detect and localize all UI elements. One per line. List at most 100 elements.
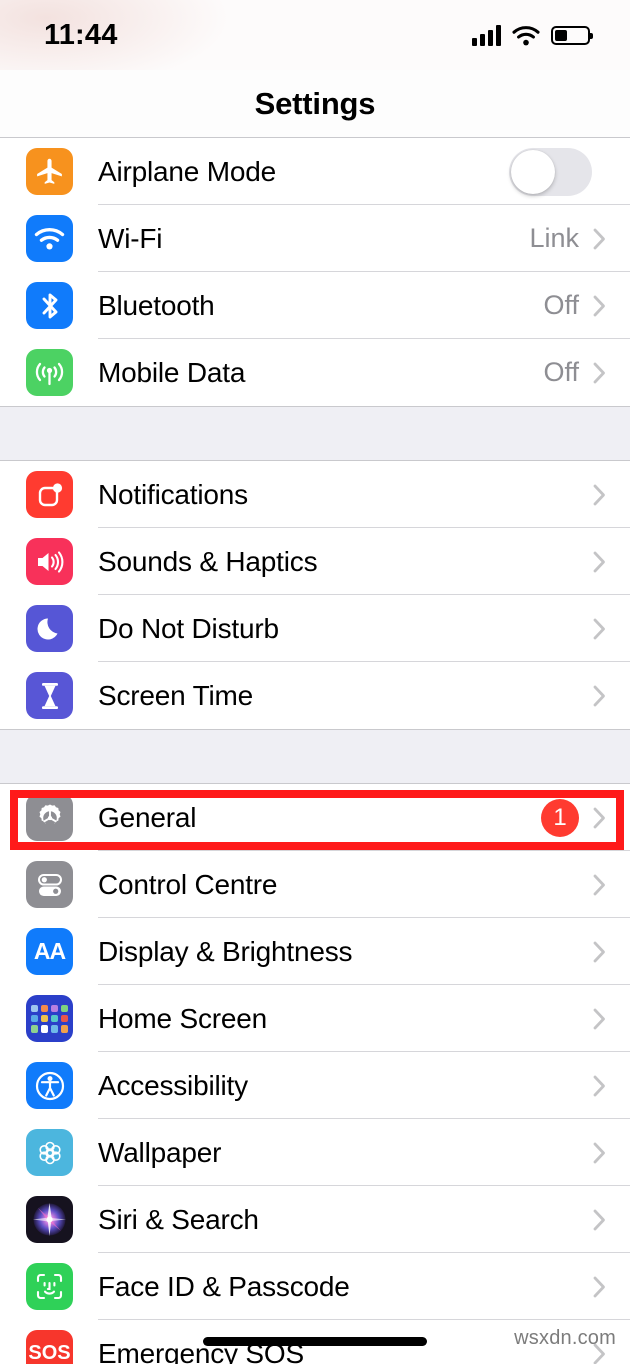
siri-icon <box>26 1196 73 1243</box>
settings-row-accessory <box>509 147 606 196</box>
settings-row-bluetooth[interactable]: Bluetooth Off <box>0 272 630 339</box>
status-bar-time: 11:44 <box>44 18 118 51</box>
chevron-right-icon <box>593 1008 606 1030</box>
settings-row-label: Airplane Mode <box>98 155 276 187</box>
settings-row-label: Face ID & Passcode <box>98 1270 350 1302</box>
group-separator <box>0 729 630 784</box>
settings-row-value: Off <box>543 357 579 387</box>
settings-row-accessory: Off <box>543 357 606 388</box>
settings-row-label: Control Centre <box>98 868 278 900</box>
settings-row-accessory <box>593 618 606 640</box>
settings-row-value: Link <box>529 223 579 253</box>
home-screen-icon <box>26 995 73 1042</box>
settings-row-accessory <box>593 1142 606 1164</box>
settings-row-wallpaper[interactable]: Wallpaper <box>0 1119 630 1186</box>
settings-row-label: Bluetooth <box>98 289 215 321</box>
settings-row-accessory <box>593 874 606 896</box>
wallpaper-icon <box>26 1129 73 1176</box>
bluetooth-icon <box>26 282 73 329</box>
chevron-right-icon <box>593 1276 606 1298</box>
chevron-right-icon <box>593 941 606 963</box>
sos-icon-text: SOS <box>28 1342 71 1364</box>
settings-row-accessory: Link <box>529 223 606 254</box>
settings-row-do-not-disturb[interactable]: Do Not Disturb <box>0 595 630 662</box>
moon-icon <box>26 605 73 652</box>
settings-row-accessory <box>593 484 606 506</box>
settings-row-label: Siri & Search <box>98 1203 259 1235</box>
settings-row-face-id-passcode[interactable]: Face ID & Passcode <box>0 1253 630 1320</box>
settings-row-label: Notifications <box>98 478 248 510</box>
wifi-icon <box>26 215 73 262</box>
settings-row-sounds-haptics[interactable]: Sounds & Haptics <box>0 528 630 595</box>
settings-row-label: Display & Brightness <box>98 935 353 967</box>
settings-row-label: Wi-Fi <box>98 222 163 254</box>
status-bar: 11:44 <box>0 0 630 90</box>
home-indicator[interactable] <box>203 1337 427 1346</box>
chevron-right-icon <box>593 685 606 707</box>
sounds-icon <box>26 538 73 585</box>
display-icon-text: AA <box>33 938 66 964</box>
settings-row-accessory: Off <box>543 290 606 321</box>
navigation-bar: Settings <box>0 70 630 138</box>
notifications-icon <box>26 471 73 518</box>
settings-row-control-centre[interactable]: Control Centre <box>0 851 630 918</box>
watermark: wsxdn.com <box>514 1327 616 1349</box>
accessibility-icon <box>26 1062 73 1109</box>
battery-icon <box>551 25 593 45</box>
chevron-right-icon <box>593 551 606 573</box>
settings-row-accessory <box>593 1276 606 1298</box>
settings-row-mobile-data[interactable]: Mobile Data Off <box>0 339 630 406</box>
sos-icon: SOS <box>26 1330 73 1364</box>
settings-row-label: Do Not Disturb <box>98 612 279 644</box>
chevron-right-icon <box>593 807 606 829</box>
chevron-right-icon <box>593 362 606 384</box>
settings-row-label: Accessibility <box>98 1069 248 1101</box>
gear-icon <box>26 794 73 841</box>
settings-row-accessibility[interactable]: Accessibility <box>0 1052 630 1119</box>
chevron-right-icon <box>593 1142 606 1164</box>
airplane-icon <box>26 148 73 195</box>
settings-row-notifications[interactable]: Notifications <box>0 461 630 528</box>
settings-row-label: Screen Time <box>98 679 253 711</box>
settings-row-accessory <box>593 941 606 963</box>
chevron-right-icon <box>593 228 606 250</box>
settings-row-accessory <box>593 685 606 707</box>
settings-group-connectivity: Airplane Mode Wi-Fi Link Bluetooth Off M… <box>0 138 630 406</box>
settings-row-general[interactable]: General 1 <box>0 784 630 851</box>
status-bar-indicators <box>472 24 593 46</box>
settings-row-accessory <box>593 1075 606 1097</box>
chevron-right-icon <box>593 484 606 506</box>
settings-row-value: Off <box>543 290 579 320</box>
settings-list: Airplane Mode Wi-Fi Link Bluetooth Off M… <box>0 138 630 1364</box>
settings-group-alerts: Notifications Sounds & Haptics Do Not Di… <box>0 461 630 729</box>
settings-row-label: General <box>98 801 197 833</box>
cellular-signal-icon <box>472 24 501 46</box>
settings-row-airplane-mode[interactable]: Airplane Mode <box>0 138 630 205</box>
wifi-icon <box>512 25 540 46</box>
chevron-right-icon <box>593 618 606 640</box>
settings-row-label: Wallpaper <box>98 1136 222 1168</box>
control-centre-icon <box>26 861 73 908</box>
face-id-icon <box>26 1263 73 1310</box>
settings-row-wifi[interactable]: Wi-Fi Link <box>0 205 630 272</box>
settings-row-accessory <box>593 1209 606 1231</box>
settings-group-system: General 1 Control Centre AA Display & Br… <box>0 784 630 1364</box>
settings-row-home-screen[interactable]: Home Screen <box>0 985 630 1052</box>
page-title: Settings <box>254 85 376 121</box>
display-icon: AA <box>26 928 73 975</box>
settings-row-screen-time[interactable]: Screen Time <box>0 662 630 729</box>
settings-row-display-brightness[interactable]: AA Display & Brightness <box>0 918 630 985</box>
iphone-settings-screen: 11:44 Settings Airplane Mode Wi-Fi Link … <box>0 0 630 1364</box>
hourglass-icon <box>26 672 73 719</box>
settings-row-siri-search[interactable]: Siri & Search <box>0 1186 630 1253</box>
airplane-mode-toggle[interactable] <box>509 147 592 196</box>
settings-row-accessory: 1 <box>541 798 606 837</box>
settings-row-label: Mobile Data <box>98 356 246 388</box>
settings-row-label: Home Screen <box>98 1002 267 1034</box>
group-separator <box>0 406 630 461</box>
cellular-icon <box>26 349 73 396</box>
chevron-right-icon <box>593 1209 606 1231</box>
settings-row-accessory <box>593 1008 606 1030</box>
settings-row-label: Sounds & Haptics <box>98 545 318 577</box>
chevron-right-icon <box>593 295 606 317</box>
